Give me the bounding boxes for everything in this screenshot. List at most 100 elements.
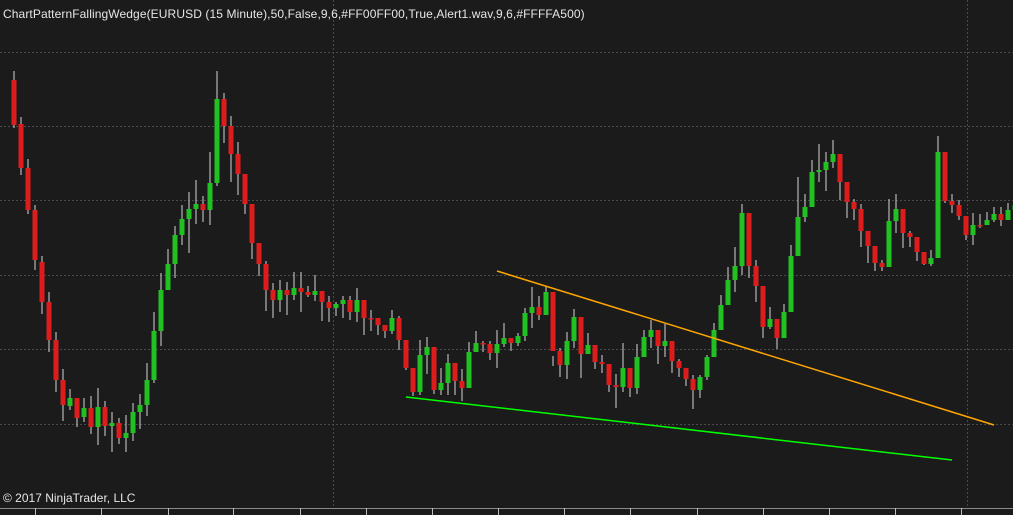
candle-body-down	[228, 126, 234, 154]
chart-window[interactable]: ChartPatternFallingWedge(EURUSD (15 Minu…	[0, 0, 1013, 515]
candle-body-up	[312, 291, 318, 295]
candle-body-down	[837, 154, 843, 182]
candle	[39, 256, 45, 314]
candle-body-up	[732, 266, 738, 280]
candle	[242, 174, 248, 214]
candle-body-down	[592, 345, 598, 362]
candle-body-down	[557, 351, 563, 365]
candle	[837, 154, 843, 200]
candle	[312, 275, 318, 301]
candle-body-down	[74, 398, 80, 418]
candle-body-up	[970, 225, 976, 235]
price-chart-canvas[interactable]	[0, 0, 1013, 515]
candle-body-up	[95, 407, 101, 427]
candle	[907, 231, 913, 247]
candle	[193, 180, 199, 224]
trendline-layer[interactable]	[405, 270, 995, 461]
candle	[557, 348, 563, 377]
candle	[249, 204, 255, 259]
candle	[816, 144, 822, 182]
candle-body-down	[921, 252, 927, 264]
candle	[718, 295, 724, 330]
candle-body-down	[865, 231, 871, 246]
candle	[977, 214, 983, 228]
candle	[928, 250, 934, 266]
candle	[886, 199, 892, 267]
candle-body-up	[823, 162, 829, 170]
candle	[781, 304, 787, 338]
candle-body-up	[494, 344, 500, 353]
candle	[627, 368, 633, 397]
candle-body-up	[886, 221, 892, 267]
candle-body-up	[816, 170, 822, 172]
indicator-label[interactable]: ChartPatternFallingWedge(EURUSD (15 Minu…	[3, 7, 585, 21]
candle-body-down	[403, 340, 409, 368]
candle-body-up	[1005, 210, 1011, 220]
candle-body-up	[711, 330, 717, 357]
candle-body-up	[718, 305, 724, 330]
candle	[186, 192, 192, 253]
candle-body-up	[473, 343, 479, 352]
candle	[704, 355, 710, 380]
candle-body-up	[795, 217, 801, 256]
candle	[165, 249, 171, 290]
candle	[95, 388, 101, 445]
candle	[375, 318, 381, 335]
candle-body-up	[984, 220, 990, 225]
candle-body-down	[305, 292, 311, 295]
candle-body-down	[39, 262, 45, 302]
candle-body-down	[900, 209, 906, 233]
candle-body-up	[648, 330, 654, 337]
candle	[53, 332, 59, 392]
candle	[144, 363, 150, 416]
candle	[536, 296, 542, 320]
candle-body-down	[256, 243, 262, 264]
candle	[683, 368, 689, 386]
candle-body-up	[739, 213, 745, 266]
candle	[452, 363, 458, 395]
candle-body-down	[613, 385, 619, 387]
candle	[795, 177, 801, 256]
candle-body-up	[991, 214, 997, 220]
lower-trendline[interactable]	[405, 396, 953, 461]
candle	[879, 260, 885, 271]
candle	[123, 415, 129, 452]
candle-body-down	[746, 213, 752, 266]
candle-body-up	[424, 347, 430, 355]
candle	[543, 287, 549, 315]
candle-body-down	[956, 205, 962, 216]
candle	[291, 272, 297, 300]
candle	[676, 359, 682, 377]
candle	[921, 252, 927, 265]
upper-trendline[interactable]	[496, 270, 995, 426]
candle	[18, 117, 24, 175]
candle	[403, 340, 409, 370]
candle	[802, 194, 808, 222]
candle-body-down	[683, 368, 689, 379]
candle	[711, 323, 717, 357]
candle-body-down	[669, 341, 675, 361]
candle	[571, 309, 577, 348]
candle-body-up	[935, 152, 941, 258]
candle-body-up	[697, 377, 703, 390]
candle-body-up	[620, 368, 626, 387]
candle	[564, 332, 570, 379]
candle-body-up	[641, 337, 647, 357]
candle-body-down	[774, 319, 780, 338]
candle	[788, 245, 794, 312]
candle	[858, 204, 864, 247]
candle-body-up	[165, 264, 171, 290]
candle	[270, 283, 276, 318]
candle	[347, 296, 353, 320]
candle	[984, 212, 990, 225]
candle	[893, 194, 899, 233]
candle	[956, 200, 962, 220]
candle-body-down	[221, 99, 227, 126]
candle-body-down	[998, 214, 1004, 220]
candle	[235, 142, 241, 195]
candle-body-up	[781, 312, 787, 338]
candle	[949, 194, 955, 213]
candle	[690, 375, 696, 409]
candle-body-up	[389, 318, 395, 331]
candle	[298, 272, 304, 312]
